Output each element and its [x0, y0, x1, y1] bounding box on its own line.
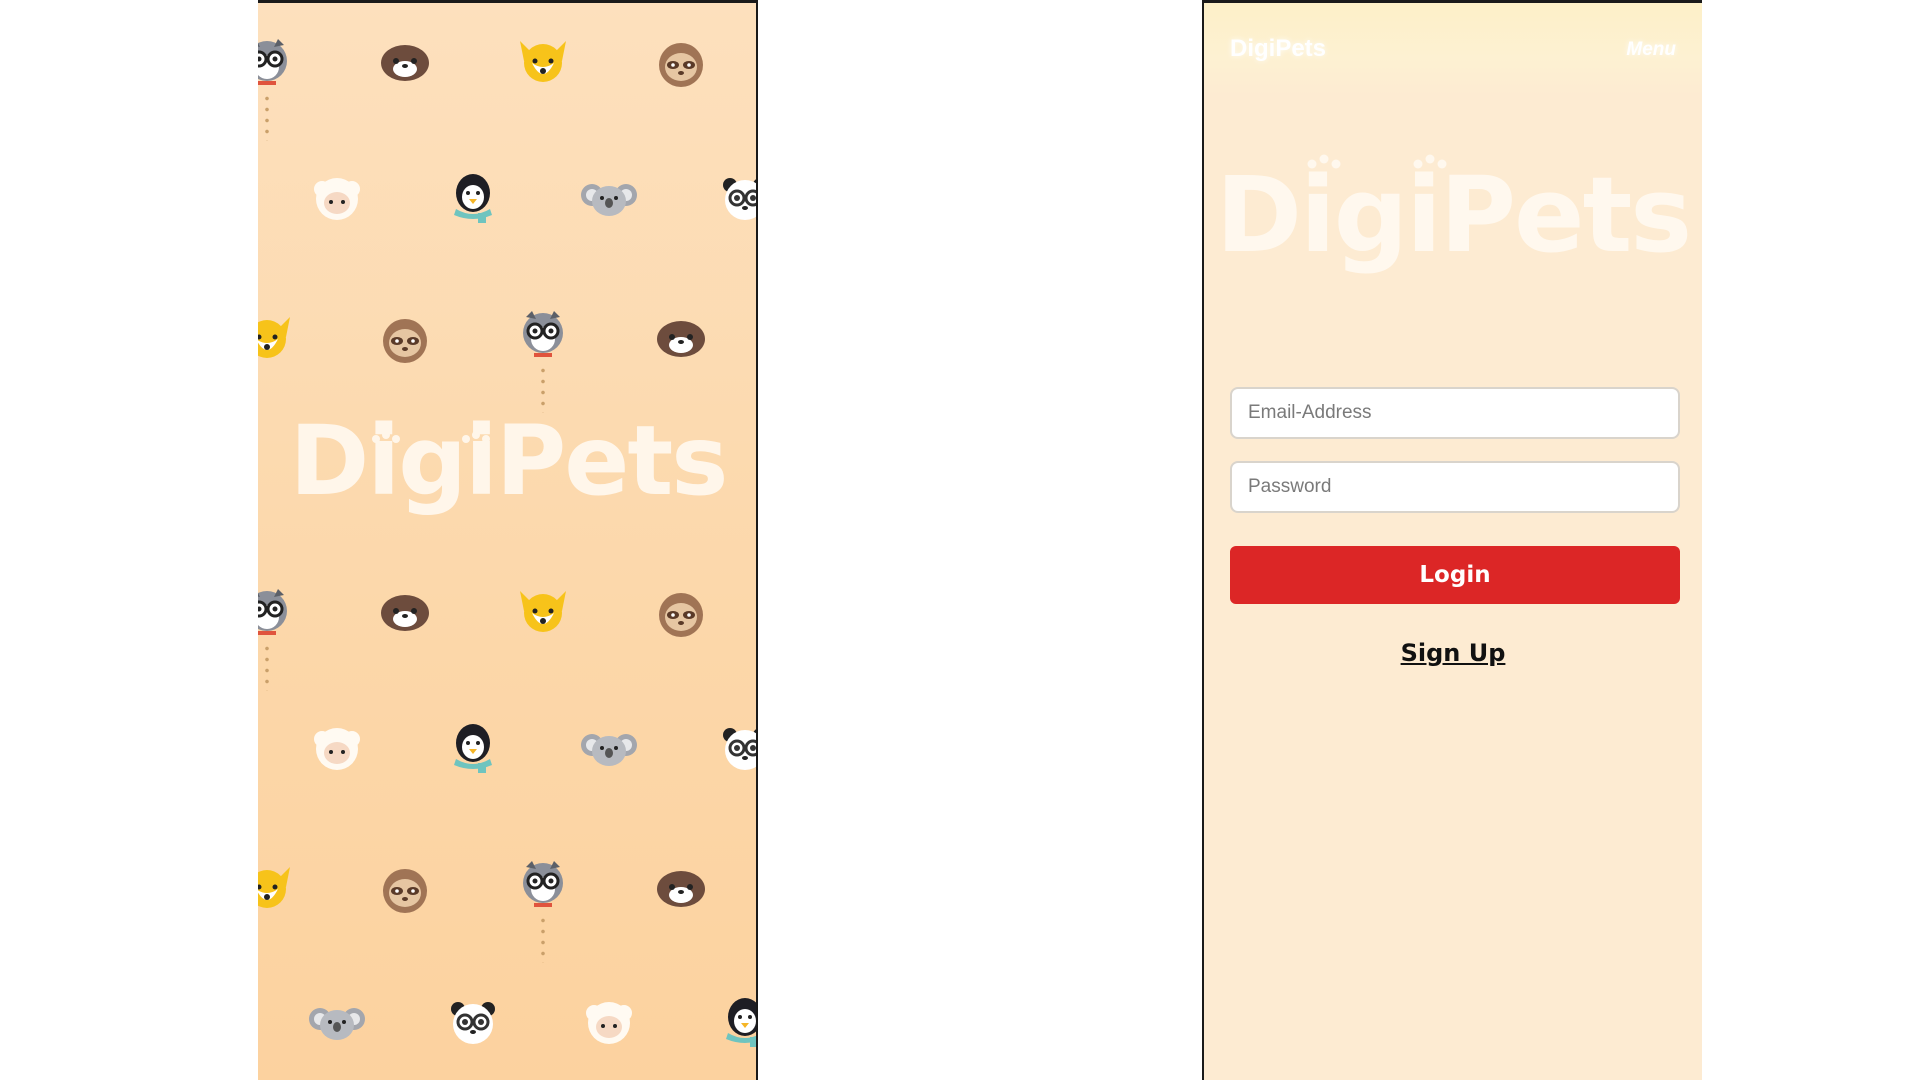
panda-icon: [716, 169, 756, 227]
panda-icon: [716, 719, 756, 777]
corgi-icon: [258, 857, 296, 915]
password-field[interactable]: [1230, 461, 1680, 513]
leash-decoration: [265, 93, 269, 141]
penguin-icon: [444, 715, 502, 773]
email-field[interactable]: [1230, 387, 1680, 439]
menu-button[interactable]: Menu: [1626, 39, 1676, 61]
otter-icon: [652, 857, 710, 915]
splash-logo: DigiPets: [289, 405, 729, 517]
login-button[interactable]: Login: [1230, 546, 1680, 604]
koala-icon: [580, 719, 638, 777]
raccoon-icon: [258, 581, 296, 639]
otter-icon: [376, 581, 434, 639]
penguin-icon: [444, 165, 502, 223]
login-screen: DigiPets Menu DigiPets Login Sign Up: [1202, 0, 1702, 1080]
sheep-icon: [308, 169, 366, 227]
penguin-icon: [716, 989, 756, 1047]
login-logo: DigiPets: [1215, 154, 1692, 276]
sheep-icon: [308, 719, 366, 777]
raccoon-icon: [514, 853, 572, 911]
raccoon-icon: [514, 303, 572, 361]
koala-icon: [308, 993, 366, 1051]
sign-up-link[interactable]: Sign Up: [1204, 639, 1702, 667]
koala-icon: [580, 169, 638, 227]
leash-decoration: [265, 643, 269, 691]
navbar: DigiPets Menu: [1204, 3, 1702, 95]
sloth-icon: [376, 861, 434, 919]
paw-icon: [462, 431, 490, 443]
corgi-icon: [258, 307, 296, 365]
raccoon-icon: [258, 31, 296, 89]
corgi-icon: [514, 31, 572, 89]
leash-decoration: [541, 915, 545, 963]
corgi-icon: [514, 581, 572, 639]
sheep-icon: [580, 993, 638, 1051]
otter-icon: [652, 307, 710, 365]
otter-icon: [376, 31, 434, 89]
paw-icon: [372, 431, 400, 443]
panda-icon: [444, 993, 502, 1051]
splash-screen: DigiPets: [258, 0, 758, 1080]
sloth-icon: [652, 35, 710, 93]
navbar-brand[interactable]: DigiPets: [1230, 35, 1326, 63]
sloth-icon: [652, 585, 710, 643]
sloth-icon: [376, 311, 434, 369]
